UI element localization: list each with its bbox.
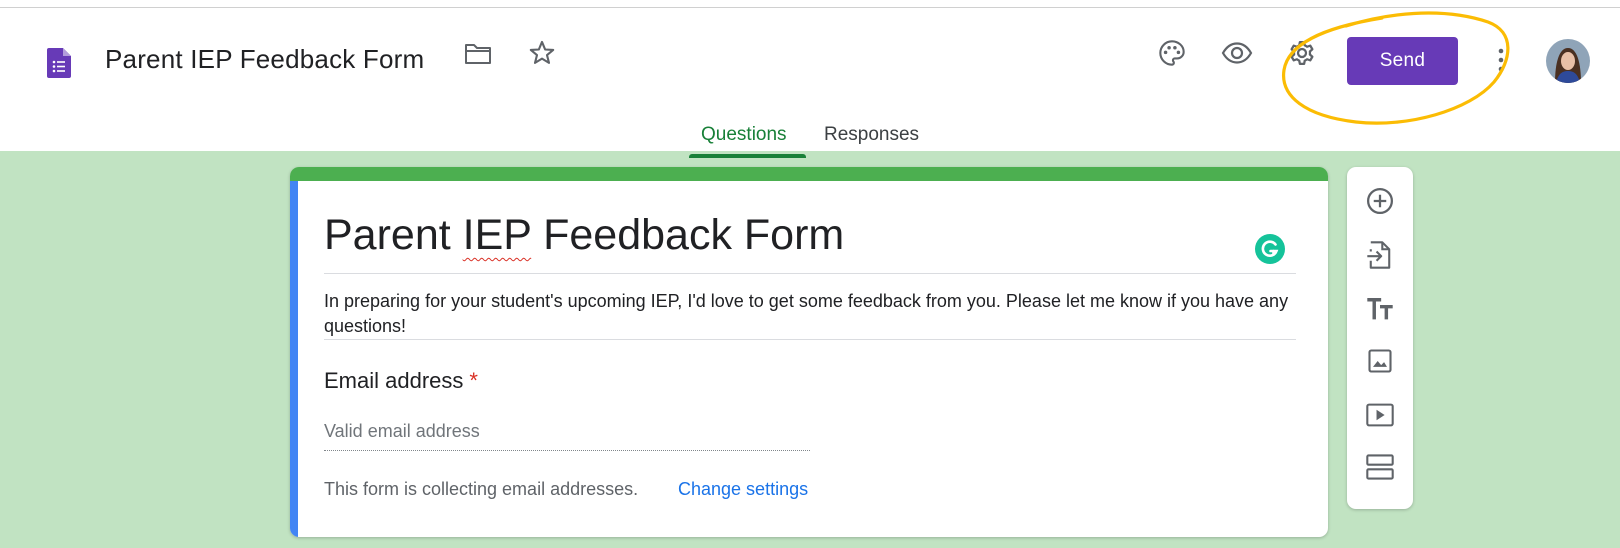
palette-icon[interactable] bbox=[1155, 36, 1189, 70]
add-video-icon[interactable] bbox=[1362, 397, 1398, 433]
more-vert-icon[interactable] bbox=[1496, 44, 1506, 78]
settings-gear-icon[interactable] bbox=[1285, 36, 1319, 70]
form-title-input[interactable]: Parent IEP Feedback Form bbox=[324, 211, 844, 260]
form-description-input[interactable]: In preparing for your student's upcoming… bbox=[324, 289, 1296, 339]
add-image-icon[interactable] bbox=[1362, 343, 1398, 379]
form-title-part: Parent bbox=[324, 211, 463, 259]
add-title-icon[interactable] bbox=[1362, 291, 1398, 327]
preview-eye-icon[interactable] bbox=[1219, 36, 1255, 70]
add-question-icon[interactable] bbox=[1362, 183, 1398, 219]
active-tab-indicator bbox=[689, 154, 806, 158]
import-questions-icon[interactable] bbox=[1362, 237, 1398, 273]
focus-left-bar bbox=[290, 181, 298, 537]
theme-top-bar bbox=[290, 167, 1328, 181]
floating-toolbar bbox=[1347, 167, 1413, 509]
change-settings-link[interactable]: Change settings bbox=[678, 479, 808, 500]
collecting-emails-note: This form is collecting email addresses. bbox=[324, 479, 639, 499]
tab-responses[interactable]: Responses bbox=[824, 124, 919, 146]
form-header-card: Parent IEP Feedback Form In preparing fo… bbox=[290, 167, 1328, 537]
required-asterisk: * bbox=[469, 368, 478, 393]
title-divider bbox=[324, 273, 1296, 274]
email-question-label: Email address * bbox=[324, 368, 478, 394]
browser-top-strip bbox=[0, 0, 1620, 8]
folder-icon[interactable] bbox=[462, 38, 494, 70]
forms-doc-icon[interactable] bbox=[47, 48, 71, 78]
description-divider bbox=[324, 339, 1296, 340]
form-title-spellcheck-word: IEP bbox=[462, 211, 532, 259]
app-header: Parent IEP Feedback Form Send Questions … bbox=[0, 8, 1620, 158]
add-section-icon[interactable] bbox=[1362, 449, 1398, 485]
send-button[interactable]: Send bbox=[1347, 37, 1458, 85]
form-title-header[interactable]: Parent IEP Feedback Form bbox=[105, 44, 424, 75]
email-label-text: Email address bbox=[324, 368, 464, 393]
email-field-underline bbox=[324, 450, 810, 451]
tab-questions[interactable]: Questions bbox=[701, 124, 787, 146]
form-title-part: Feedback Form bbox=[531, 211, 845, 259]
user-avatar[interactable] bbox=[1546, 39, 1590, 83]
grammarly-icon[interactable] bbox=[1255, 234, 1285, 264]
email-field-placeholder: Valid email address bbox=[324, 421, 480, 441]
star-icon[interactable] bbox=[526, 37, 558, 69]
